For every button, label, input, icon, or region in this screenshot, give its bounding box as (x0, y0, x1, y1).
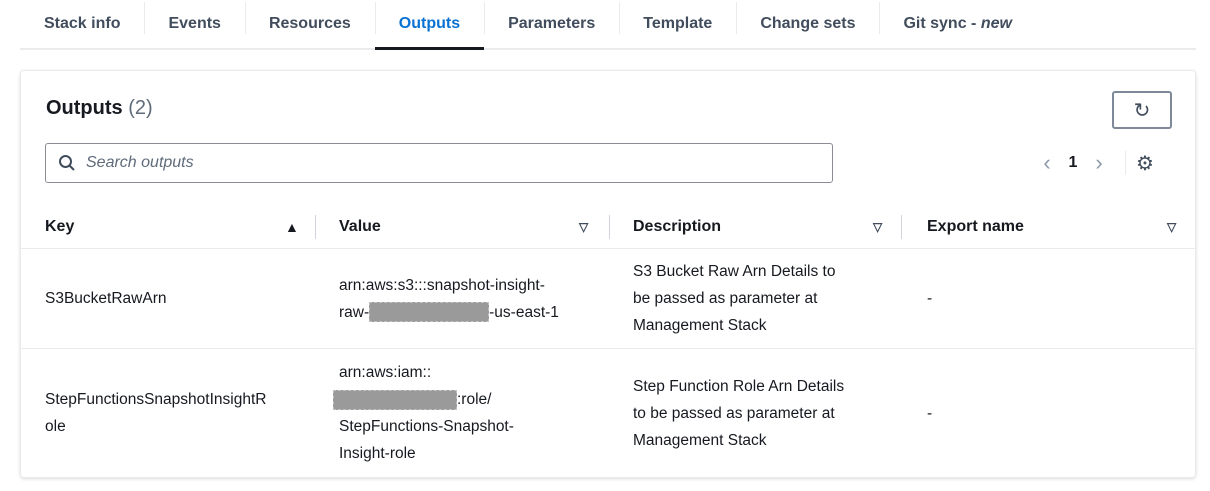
column-key-label: Key (45, 218, 75, 235)
column-resizer[interactable] (609, 215, 610, 239)
output-description: Step Function Role Arn Details to be pass… (633, 349, 844, 477)
value-line: -us-east-1 (489, 303, 559, 321)
settings-gear-icon[interactable]: ⚙ (1136, 151, 1154, 176)
column-resizer[interactable] (901, 215, 902, 239)
description-line: to be passed as parameter at (633, 404, 835, 422)
refresh-icon: ↻ (1133, 99, 1151, 122)
column-resizer[interactable] (315, 215, 316, 239)
column-export-name[interactable]: Export name ▽ (927, 205, 1187, 249)
output-description: S3 Bucket Raw Arn Details to be passed as… (633, 249, 835, 348)
description-line: Management Stack (633, 431, 767, 449)
tab-stack-info[interactable]: Stack info (20, 0, 144, 48)
description-line: Step Function Role Arn Details (633, 377, 845, 395)
outputs-panel: Outputs (2) ↻ ‹ 1 › ⚙ Key ▲ Value ▽ Descri… (20, 70, 1196, 478)
panel-title-text: Outputs (46, 97, 123, 119)
table-header: Key ▲ Value ▽ Description ▽ Export name ▽ (21, 205, 1195, 249)
stack-tabs: Stack info Events Resources Outputs Para… (20, 0, 1196, 50)
output-key: StepFunctionsSnapshotInsightR ole (45, 349, 266, 477)
output-export-name: - (927, 404, 933, 422)
value-line: arn:aws:s3:::snapshot-insight- (339, 276, 545, 294)
panel-title: Outputs (2) (46, 97, 153, 120)
value-line: raw- (339, 303, 370, 321)
redacted-text (333, 389, 457, 410)
search-field[interactable] (45, 143, 833, 183)
search-icon (59, 155, 75, 171)
new-badge: new (980, 15, 1012, 32)
description-line: be passed as parameter at (633, 290, 818, 307)
value-line: StepFunctions-Snapshot- (339, 418, 514, 435)
tab-template[interactable]: Template (619, 0, 736, 48)
description-line: Management Stack (633, 317, 767, 334)
pagination: ‹ 1 › ⚙ (1031, 150, 1154, 176)
output-count: (2) (128, 97, 153, 119)
key-line: StepFunctionsSnapshotInsightR (45, 391, 267, 408)
sort-icon[interactable]: ▽ (1167, 220, 1176, 234)
column-key[interactable]: Key ▲ (45, 205, 316, 249)
tab-git-sync-label: Git sync - (903, 15, 981, 32)
tab-resources[interactable]: Resources (244, 0, 375, 48)
output-value: arn:aws:iam:::role/StepFunctions-Snapsho… (333, 349, 514, 477)
sort-icon[interactable]: ▽ (579, 220, 588, 234)
search-input[interactable] (86, 154, 786, 172)
table-row: S3BucketRawArn arn:aws:s3:::snapshot-ins… (21, 249, 1195, 349)
tab-git-sync[interactable]: Git sync - new (879, 0, 1035, 48)
value-line: Insight-role (339, 445, 416, 462)
key-line: ole (45, 418, 66, 435)
divider (1125, 151, 1126, 175)
sort-ascending-icon[interactable]: ▲ (285, 219, 299, 235)
tab-parameters[interactable]: Parameters (484, 0, 619, 48)
column-export-label: Export name (927, 218, 1024, 235)
description-line: S3 Bucket Raw Arn Details to (633, 263, 836, 280)
output-key: S3BucketRawArn (45, 290, 167, 307)
column-value-label: Value (339, 218, 381, 235)
column-value[interactable]: Value ▽ (339, 205, 610, 249)
value-line: :role/ (457, 391, 492, 408)
column-description[interactable]: Description ▽ (633, 205, 903, 249)
refresh-button[interactable]: ↻ (1112, 91, 1172, 129)
sort-icon[interactable]: ▽ (873, 220, 882, 234)
table-row: StepFunctionsSnapshotInsightR ole arn:aws… (21, 349, 1195, 477)
redacted-text (369, 302, 490, 323)
column-description-label: Description (633, 218, 722, 235)
page-number[interactable]: 1 (1063, 154, 1083, 172)
tab-events[interactable]: Events (144, 0, 244, 48)
output-export-name: - (927, 290, 933, 307)
tab-change-sets[interactable]: Change sets (736, 0, 879, 48)
previous-page-button[interactable]: ‹ (1031, 150, 1063, 176)
next-page-button[interactable]: › (1083, 150, 1115, 176)
tab-outputs[interactable]: Outputs (374, 0, 485, 50)
value-line: arn:aws:iam:: (339, 364, 432, 381)
output-value: arn:aws:s3:::snapshot-insight-raw- -us-ea… (339, 249, 559, 348)
